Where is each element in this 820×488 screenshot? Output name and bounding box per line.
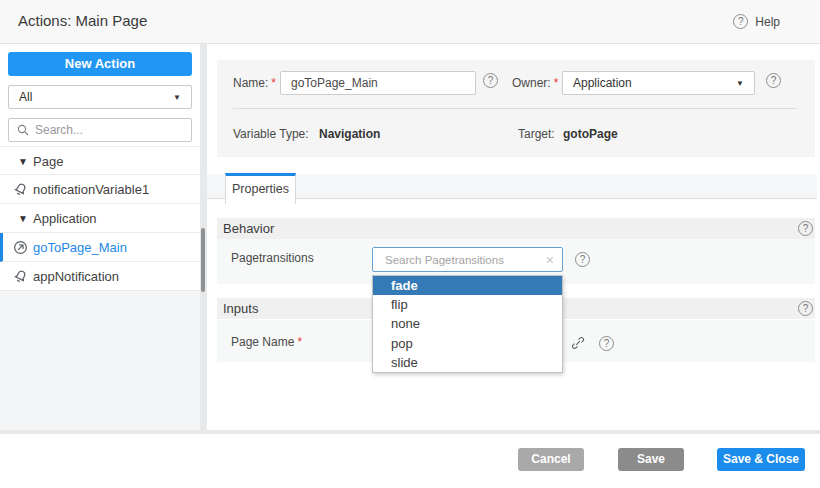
sidebar-filler bbox=[0, 291, 200, 430]
search-icon bbox=[17, 124, 29, 136]
dropdown-option-flip[interactable]: flip bbox=[373, 295, 562, 314]
tree-group-label: Page bbox=[33, 154, 63, 169]
save-close-button[interactable]: Save & Close bbox=[717, 448, 805, 471]
help-icon bbox=[733, 14, 748, 29]
required-mark: * bbox=[271, 76, 276, 90]
help-label: Help bbox=[755, 15, 780, 29]
tree-item-gotopage-main[interactable]: goToPage_Main bbox=[0, 233, 200, 262]
target-value: gotoPage bbox=[563, 127, 618, 141]
triangle-down-icon: ▼ bbox=[18, 214, 28, 224]
pagetransitions-help-icon[interactable] bbox=[575, 252, 590, 267]
behavior-section-header: Behavior bbox=[217, 218, 815, 239]
action-tree: ▼ Page notificationVariable1 ▼ Applicati… bbox=[0, 146, 200, 291]
tab-properties[interactable]: Properties bbox=[225, 173, 296, 204]
save-button[interactable]: Save bbox=[618, 448, 684, 471]
notification-icon bbox=[13, 182, 28, 197]
sidebar-search-input[interactable] bbox=[35, 123, 175, 137]
required-mark: * bbox=[297, 335, 302, 349]
sidebar-search[interactable] bbox=[8, 118, 192, 142]
inputs-help-icon[interactable] bbox=[798, 301, 813, 316]
filter-value: All bbox=[19, 90, 32, 104]
pagetransitions-search-input[interactable] bbox=[385, 254, 546, 266]
required-mark: * bbox=[554, 76, 559, 90]
target-label: Target: bbox=[518, 127, 555, 141]
pagetransitions-combobox[interactable]: × bbox=[372, 247, 563, 272]
tree-group-page[interactable]: ▼ Page bbox=[0, 146, 200, 175]
tree-item-label: goToPage_Main bbox=[33, 240, 127, 255]
navigate-icon bbox=[13, 240, 28, 255]
triangle-down-icon: ▼ bbox=[18, 157, 28, 167]
footer-divider bbox=[0, 430, 820, 434]
owner-label: Owner:* bbox=[512, 76, 558, 90]
clear-icon[interactable]: × bbox=[546, 253, 554, 267]
dropdown-option-pop[interactable]: pop bbox=[373, 334, 562, 353]
notification-icon bbox=[13, 269, 28, 284]
page-name-help-icon[interactable] bbox=[599, 336, 614, 351]
filter-select[interactable]: All ▼ bbox=[8, 85, 192, 109]
tree-item-appnotification[interactable]: appNotification bbox=[0, 262, 200, 291]
actions-dialog: Actions: Main Page Help New Action All ▼… bbox=[0, 0, 820, 488]
behavior-help-icon[interactable] bbox=[798, 221, 813, 236]
new-action-button[interactable]: New Action bbox=[8, 52, 192, 76]
pagetransitions-dropdown: fade flip none pop slide bbox=[372, 275, 563, 373]
cancel-button[interactable]: Cancel bbox=[518, 448, 584, 471]
dropdown-option-fade[interactable]: fade bbox=[373, 276, 562, 295]
name-input[interactable] bbox=[280, 71, 476, 95]
panel-divider bbox=[233, 108, 797, 109]
owner-value: Application bbox=[573, 76, 632, 90]
variable-type-value: Navigation bbox=[319, 127, 380, 141]
chevron-down-icon: ▼ bbox=[173, 93, 181, 102]
sidebar-scrollbar[interactable] bbox=[201, 228, 205, 292]
tree-item-label: appNotification bbox=[33, 269, 119, 284]
owner-select[interactable]: Application ▼ bbox=[562, 71, 755, 95]
help-button[interactable]: Help bbox=[733, 14, 780, 29]
tree-group-application[interactable]: ▼ Application bbox=[0, 204, 200, 233]
page-name-label: Page Name* bbox=[231, 335, 302, 349]
dropdown-option-none[interactable]: none bbox=[373, 314, 562, 333]
name-help-icon[interactable] bbox=[483, 73, 498, 88]
link-icon[interactable] bbox=[571, 336, 585, 350]
tree-item-label: notificationVariable1 bbox=[33, 182, 149, 197]
tree-group-label: Application bbox=[33, 211, 97, 226]
dropdown-option-slide[interactable]: slide bbox=[373, 353, 562, 372]
pagetransitions-label: Pagetransitions bbox=[231, 251, 314, 265]
page-title: Actions: Main Page bbox=[18, 12, 147, 29]
tree-item-notificationvariable1[interactable]: notificationVariable1 bbox=[0, 175, 200, 204]
tab-bar bbox=[207, 174, 817, 199]
main-panel: Name:* Owner:* Application ▼ Variable Ty… bbox=[207, 44, 820, 430]
variable-type-label: Variable Type: bbox=[233, 127, 309, 141]
header-bar: Actions: Main Page Help bbox=[0, 0, 820, 44]
action-summary-panel: Name:* Owner:* Application ▼ Variable Ty… bbox=[217, 60, 815, 157]
owner-help-icon[interactable] bbox=[766, 73, 781, 88]
chevron-down-icon: ▼ bbox=[736, 79, 744, 88]
name-label: Name:* bbox=[233, 76, 276, 90]
sidebar: New Action All ▼ ▼ Page notificationVari… bbox=[0, 44, 200, 430]
